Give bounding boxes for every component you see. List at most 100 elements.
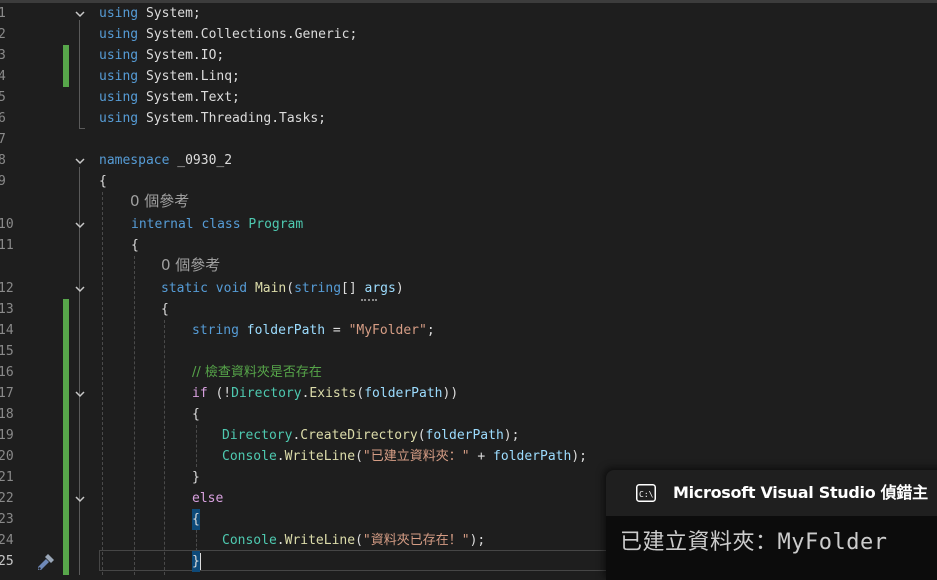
code-token: ( <box>355 449 363 464</box>
code-token: string <box>294 281 342 296</box>
line-number: 5 <box>0 90 6 105</box>
code-token: . <box>276 449 285 464</box>
current-line-highlight <box>99 550 621 571</box>
line-number: 16 <box>0 365 14 380</box>
collapse-chevron-icon[interactable] <box>73 387 87 401</box>
code-token: + <box>469 449 494 464</box>
code-token: { <box>131 238 139 253</box>
code-line[interactable]: using System.Linq; <box>99 66 240 87</box>
code-line[interactable]: { <box>161 299 169 320</box>
change-indicator <box>63 299 69 575</box>
code-line[interactable]: Console.WriteLine("已建立資料夾：" + folderPath… <box>222 446 587 467</box>
line-number: 22 <box>0 491 14 506</box>
code-token: { <box>161 302 169 317</box>
code-line-matched-brace[interactable]: } <box>192 551 200 572</box>
code-line[interactable]: using System.Collections.Generic; <box>99 24 357 45</box>
line-number: 7 <box>0 132 6 147</box>
code-token: Program <box>248 217 304 232</box>
code-line[interactable]: // 檢查資料夾是否存在 <box>192 362 322 383</box>
code-lens-references[interactable]: 0 個參考 <box>161 255 220 276</box>
console-cmd-icon: C:\ <box>636 484 656 502</box>
change-indicator <box>63 45 69 87</box>
line-number: 1 <box>0 6 6 21</box>
code-token: System.Text; <box>138 90 240 105</box>
debug-console-window[interactable]: C:\ Microsoft Visual Studio 偵錯主 已建立資料夾：M… <box>606 470 937 580</box>
code-token: System.Linq; <box>138 69 240 84</box>
code-token: = <box>325 323 349 338</box>
code-line[interactable]: using System.IO; <box>99 45 224 66</box>
code-token: System.IO; <box>138 48 225 63</box>
code-line[interactable]: if (!Directory.Exists(folderPath)) <box>192 383 458 404</box>
code-token: using <box>99 111 139 126</box>
code-token: static <box>161 281 208 296</box>
code-line[interactable]: { <box>99 171 107 192</box>
code-token: namespace <box>99 153 170 168</box>
code-token: ( <box>286 281 295 296</box>
collapse-chevron-icon[interactable] <box>73 7 87 21</box>
code-line[interactable]: string folderPath = "MyFolder"; <box>192 320 435 341</box>
code-lens-references[interactable]: 0 個參考 <box>130 191 189 212</box>
suggestion-dots <box>361 296 377 301</box>
code-line[interactable]: internal class Program <box>131 214 303 235</box>
code-line[interactable]: using System.Text; <box>99 87 240 108</box>
code-token: string <box>192 323 239 338</box>
indent-guide <box>196 425 197 467</box>
code-token: } <box>192 470 200 485</box>
code-token: using <box>99 48 139 63</box>
collapse-chevron-icon[interactable] <box>73 218 87 232</box>
indent-guide <box>164 320 165 575</box>
code-token: args <box>364 281 396 296</box>
line-number: 19 <box>0 428 14 443</box>
code-token: "MyFolder" <box>348 323 427 338</box>
code-token: WriteLine <box>284 533 356 548</box>
code-token: ); <box>571 449 587 464</box>
code-token: ) <box>395 281 404 296</box>
code-token: CreateDirectory <box>300 428 418 443</box>
code-line-matched-brace[interactable]: { <box>192 509 200 530</box>
code-line[interactable]: using System; <box>99 3 201 24</box>
code-line[interactable]: else <box>192 488 223 509</box>
line-number: 25 <box>0 554 14 569</box>
code-token: System.Threading.Tasks; <box>138 111 326 126</box>
quick-actions-screwdriver-icon[interactable] <box>34 550 58 574</box>
code-line[interactable]: Console.WriteLine("資料夾已存在！"); <box>222 530 485 551</box>
indent-guide <box>134 256 135 575</box>
code-line[interactable]: using System.Threading.Tasks; <box>99 108 326 129</box>
code-token: "資料夾已存在！" <box>362 533 470 548</box>
line-number: 2 <box>0 27 6 42</box>
code-line[interactable]: { <box>192 404 200 425</box>
console-titlebar[interactable]: C:\ Microsoft Visual Studio 偵錯主 <box>606 470 937 516</box>
code-line[interactable]: { <box>131 235 139 256</box>
code-token: ); <box>503 428 520 443</box>
code-token: // 檢查資料夾是否存在 <box>192 365 322 380</box>
code-token: Directory <box>222 428 293 443</box>
line-number: 8 <box>0 153 6 168</box>
line-number: 6 <box>0 111 6 126</box>
code-line[interactable]: Directory.CreateDirectory(folderPath); <box>222 425 519 446</box>
collapse-chevron-icon[interactable] <box>73 154 87 168</box>
code-token: (! <box>207 386 232 401</box>
collapse-chevron-icon[interactable] <box>73 282 87 296</box>
text-caret <box>200 553 201 570</box>
code-token: class <box>201 217 241 232</box>
line-number: 13 <box>0 302 14 317</box>
line-number: 15 <box>0 344 14 359</box>
code-line[interactable]: namespace _0930_2 <box>99 150 232 171</box>
console-output-text: 已建立資料夾：MyFolder <box>620 530 888 555</box>
code-token: ; <box>426 323 435 338</box>
code-token: System; <box>138 6 201 21</box>
code-token: "已建立資料夾：" <box>362 449 470 464</box>
collapse-chevron-icon[interactable] <box>73 492 87 506</box>
code-token: WriteLine <box>284 449 356 464</box>
code-token: if <box>192 386 208 401</box>
code-token: { <box>192 407 200 422</box>
code-token: ( <box>355 533 363 548</box>
line-number: 24 <box>0 533 14 548</box>
outline-rail-end <box>79 128 85 129</box>
line-number: 21 <box>0 470 14 485</box>
code-line[interactable]: } <box>192 467 200 488</box>
line-number: 20 <box>0 449 14 464</box>
